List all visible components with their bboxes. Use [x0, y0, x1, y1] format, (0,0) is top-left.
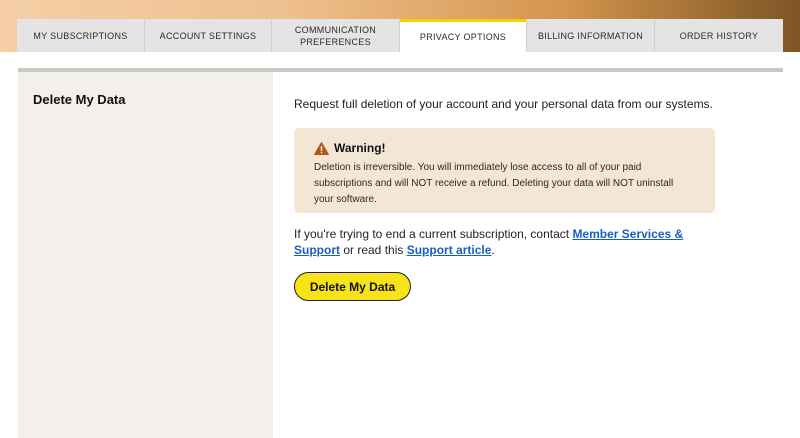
- tab-label-line2: PREFERENCES: [300, 36, 371, 47]
- tab-label: ORDER HISTORY: [679, 30, 759, 41]
- contact-text-start: If you're trying to end a current subscr…: [294, 227, 573, 241]
- tab-order-history[interactable]: ORDER HISTORY: [655, 19, 783, 52]
- tab-label-line1: COMMUNICATION: [294, 24, 377, 35]
- tab-label: MY SUBSCRIPTIONS: [33, 30, 128, 41]
- delete-my-data-button[interactable]: Delete My Data: [294, 272, 411, 301]
- tab-billing-information[interactable]: BILLING INFORMATION: [527, 19, 655, 52]
- contact-text-middle: or read this: [340, 243, 407, 257]
- tab-privacy-options[interactable]: PRIVACY OPTIONS: [400, 19, 527, 52]
- tab-label: PRIVACY OPTIONS: [419, 32, 507, 42]
- tab-label: COMMUNICATION PREFERENCES: [295, 24, 376, 48]
- tab-label: ACCOUNT SETTINGS: [159, 30, 257, 41]
- intro-text: Request full deletion of your account an…: [294, 97, 713, 111]
- warning-box: Warning! Deletion is irreversible. You w…: [294, 128, 715, 213]
- tab-label: BILLING INFORMATION: [537, 30, 644, 41]
- section-sidebar: Delete My Data: [18, 72, 273, 438]
- tab-account-settings[interactable]: ACCOUNT SETTINGS: [145, 19, 272, 52]
- tab-communication-preferences[interactable]: COMMUNICATION PREFERENCES: [272, 19, 400, 52]
- contact-text-end: .: [491, 243, 495, 257]
- warning-header: Warning!: [314, 141, 695, 155]
- tab-my-subscriptions[interactable]: MY SUBSCRIPTIONS: [17, 19, 145, 52]
- section-title: Delete My Data: [33, 92, 126, 107]
- contact-text: If you're trying to end a current subscr…: [294, 226, 724, 258]
- warning-triangle-icon: [314, 141, 329, 155]
- warning-text: Deletion is irreversible. You will immed…: [314, 162, 674, 205]
- support-article-link[interactable]: Support article: [407, 243, 492, 257]
- warning-title: Warning!: [334, 141, 386, 155]
- account-tabs: MY SUBSCRIPTIONS ACCOUNT SETTINGS COMMUN…: [17, 19, 783, 52]
